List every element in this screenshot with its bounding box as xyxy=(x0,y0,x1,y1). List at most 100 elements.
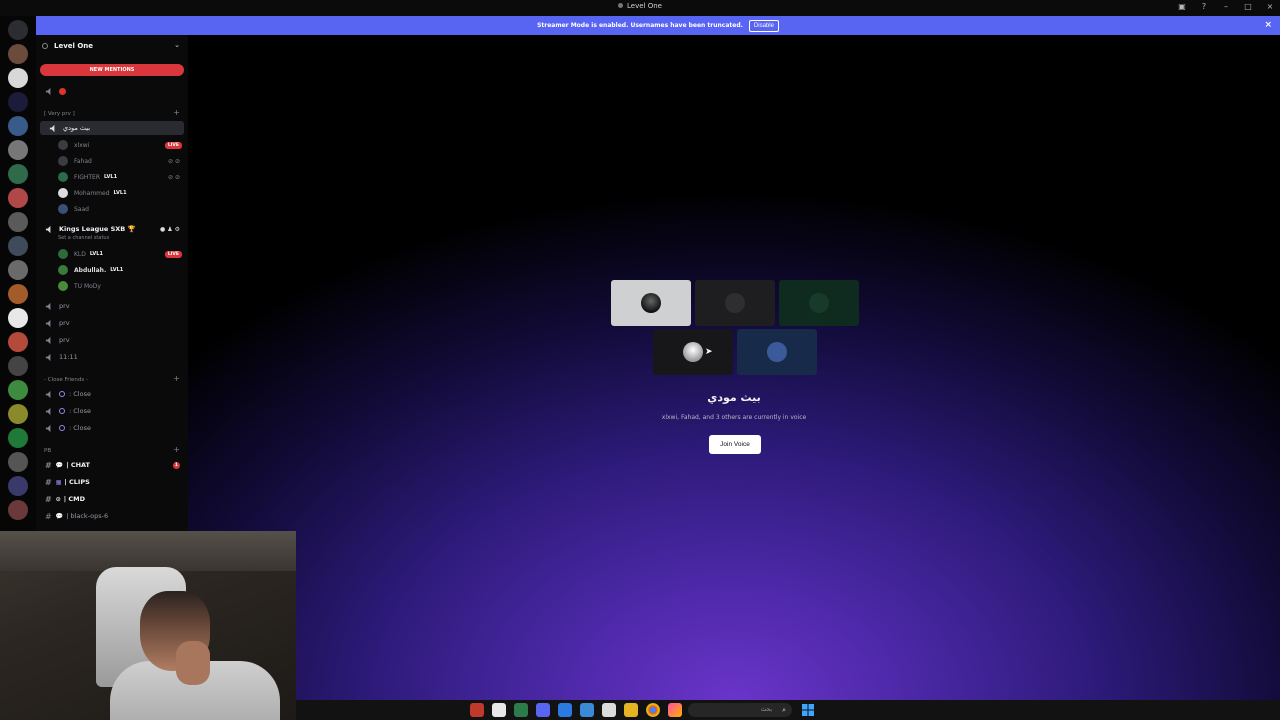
voice-channel-kings-league[interactable]: Kings League SXB 🏆 ●♟⚙ xyxy=(36,222,188,236)
member-name: KLD xyxy=(74,250,86,258)
server-icon[interactable] xyxy=(8,164,28,184)
server-icon[interactable] xyxy=(8,92,28,112)
avatar xyxy=(58,249,68,259)
minimize-button[interactable]: – xyxy=(1220,2,1232,11)
server-icon[interactable] xyxy=(8,68,28,88)
speaker-icon xyxy=(45,225,54,234)
voice-channel[interactable]: prv xyxy=(36,333,188,347)
voice-member[interactable]: Mohammed LVL1 xyxy=(58,186,186,200)
server-icon[interactable] xyxy=(8,500,28,520)
voice-member[interactable]: FIGHTER LVL1 ⊘⊘ xyxy=(58,170,186,184)
participant-tile[interactable] xyxy=(737,329,817,375)
category-pb[interactable]: PB xyxy=(44,448,51,454)
windows-start-icon[interactable] xyxy=(802,704,814,716)
server-icon[interactable] xyxy=(8,44,28,64)
text-channel-name: | CLIPS xyxy=(64,478,90,486)
app-icon[interactable] xyxy=(492,703,506,717)
level-badge: LVL1 xyxy=(110,267,124,273)
server-icon[interactable] xyxy=(8,188,28,208)
inbox-icon[interactable]: ▣ xyxy=(1176,2,1188,11)
maximize-button[interactable]: □ xyxy=(1242,2,1254,11)
add-channel-icon[interactable]: + xyxy=(173,108,180,117)
add-channel-icon[interactable]: + xyxy=(173,374,180,383)
taskbar-search[interactable]: بحث ⌕ xyxy=(688,703,792,717)
avatar xyxy=(809,293,829,313)
voice-channel[interactable]: : Close xyxy=(36,421,188,435)
voice-member[interactable]: KLD LVL1 LIVE xyxy=(58,247,186,261)
server-icon[interactable] xyxy=(8,380,28,400)
new-mentions-pill[interactable]: NEW MENTIONS xyxy=(40,64,184,76)
participant-tile[interactable] xyxy=(695,280,775,326)
voice-member[interactable]: Saad xyxy=(58,202,186,216)
disable-streamer-mode-button[interactable]: Disable xyxy=(748,19,779,32)
channel-action-icons[interactable]: ●♟⚙ xyxy=(160,226,182,233)
store-icon[interactable] xyxy=(602,703,616,717)
chrome-icon[interactable] xyxy=(646,703,660,717)
voice-member[interactable]: TU MoDy xyxy=(58,279,186,293)
speaker-icon xyxy=(45,353,54,362)
guild-header[interactable]: Level One ⌄ xyxy=(36,35,188,57)
speaker-icon xyxy=(45,336,54,345)
member-name: Fahad xyxy=(74,157,92,165)
voice-channel[interactable] xyxy=(36,84,188,98)
text-channel[interactable]: # 💬 | CHAT 1 xyxy=(36,458,188,472)
member-name: FIGHTER xyxy=(74,173,101,181)
server-icon[interactable] xyxy=(8,404,28,424)
discord-icon[interactable] xyxy=(536,703,550,717)
server-icon[interactable] xyxy=(8,452,28,472)
voice-member[interactable]: Fahad ⊘⊘ xyxy=(58,154,186,168)
home-icon[interactable] xyxy=(8,20,28,40)
voice-channel[interactable]: 11:11 xyxy=(36,350,188,364)
server-icon[interactable] xyxy=(8,140,28,160)
speaker-icon xyxy=(45,87,54,96)
chevron-down-icon[interactable]: ⌄ xyxy=(174,41,180,49)
server-icon[interactable] xyxy=(8,332,28,352)
text-channel[interactable]: # ▦ | CLIPS xyxy=(36,475,188,489)
voice-channel[interactable]: prv xyxy=(36,299,188,313)
server-icon[interactable] xyxy=(8,260,28,280)
server-icon[interactable] xyxy=(8,284,28,304)
mute-deafen-icons: ⊘⊘ xyxy=(167,157,182,165)
participant-tile[interactable] xyxy=(611,280,691,326)
app-icon[interactable] xyxy=(668,703,682,717)
mouse-cursor-icon: ➤ xyxy=(705,347,713,357)
server-icon[interactable] xyxy=(8,308,28,328)
server-icon[interactable] xyxy=(8,428,28,448)
join-voice-button[interactable]: Join Voice xyxy=(709,435,761,454)
voice-member[interactable]: Abdullah. LVL1 xyxy=(58,263,186,277)
voice-member[interactable]: xlxwi LIVE xyxy=(58,138,186,152)
channel-status[interactable]: Set a channel status xyxy=(58,235,109,241)
folder-icon[interactable] xyxy=(624,703,638,717)
server-icon[interactable] xyxy=(8,476,28,496)
server-icon[interactable] xyxy=(8,236,28,256)
server-icon[interactable] xyxy=(8,116,28,136)
speaker-icon xyxy=(45,424,54,433)
close-window-button[interactable]: × xyxy=(1264,2,1276,11)
unread-badge: 1 xyxy=(173,461,180,469)
hash-icon: # xyxy=(45,511,52,521)
voice-channel[interactable]: prv xyxy=(36,316,188,330)
voice-channel[interactable]: : Close xyxy=(36,404,188,418)
voice-channel[interactable]: : Close xyxy=(36,387,188,401)
avatar xyxy=(641,293,661,313)
app-icon[interactable] xyxy=(470,703,484,717)
category-close-friends[interactable]: - Close Friends - xyxy=(44,377,88,383)
voice-channel-subtitle: xlxwi, Fahad, and 3 others are currently… xyxy=(661,414,807,421)
participant-tile[interactable] xyxy=(653,329,733,375)
avatar xyxy=(58,281,68,291)
text-channel[interactable]: # 💬 | black-ops-6 xyxy=(36,509,188,523)
app-icon[interactable] xyxy=(558,703,572,717)
add-channel-icon[interactable]: + xyxy=(173,445,180,454)
server-icon[interactable] xyxy=(8,212,28,232)
text-channel[interactable]: # ⊙ | CMD xyxy=(36,492,188,506)
app-icon[interactable] xyxy=(514,703,528,717)
speaker-icon xyxy=(45,407,54,416)
help-icon[interactable]: ? xyxy=(1198,2,1210,11)
close-icon[interactable]: × xyxy=(1264,20,1272,30)
server-icon[interactable] xyxy=(8,356,28,376)
app-icon[interactable] xyxy=(580,703,594,717)
voice-channel-selected[interactable]: بيث مودي xyxy=(40,121,184,135)
participant-tile[interactable] xyxy=(779,280,859,326)
voice-channel-name: prv xyxy=(59,336,70,344)
category-very-prv[interactable]: [ Very prv ] xyxy=(44,111,75,117)
